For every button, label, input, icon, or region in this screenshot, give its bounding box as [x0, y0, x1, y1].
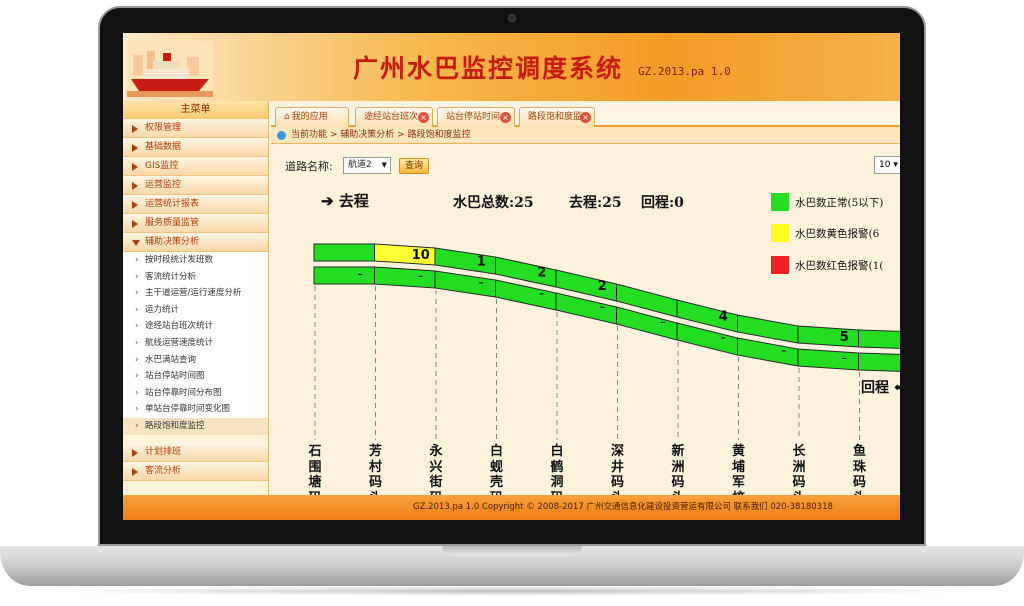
chevron-right-icon — [132, 125, 138, 133]
sidebar-item-schedule[interactable]: 计划排班 — [123, 442, 268, 462]
laptop-shadow — [40, 586, 984, 596]
sidebar-subitem[interactable]: 水巴满站查询 — [123, 352, 268, 369]
sidebar-subitem[interactable]: 航线运营速度统计 — [123, 335, 268, 352]
chevron-right-icon — [132, 182, 138, 190]
go-segment-label: 2 — [598, 279, 607, 294]
sidebar-subitem[interactable]: 站台停站时间图 — [123, 368, 268, 385]
app-title: 广州水巴监控调度系统 — [353, 54, 624, 83]
station-label: 深井码头 — [610, 444, 624, 495]
back-segment-label: – — [721, 333, 726, 344]
sidebar-subitem[interactable]: 主干道运营/运行速度分析 — [123, 285, 268, 302]
sidebar-item-permission[interactable]: 权限管理 — [123, 119, 268, 138]
back-segment-label: – — [842, 353, 847, 364]
back-segment — [313, 266, 375, 285]
sidebar-subitem[interactable]: 站台停靠时间分布图 — [123, 385, 268, 402]
go-segment-label: 10 — [412, 248, 430, 263]
sidebar-subitem[interactable]: 按时段统计发班数 — [123, 252, 268, 269]
go-segment — [434, 247, 496, 275]
back-segment-label: – — [358, 269, 363, 280]
sidebar-subitem[interactable]: 途经站台班次统计 — [123, 318, 268, 335]
station-label: 石围塘码头 — [308, 444, 322, 495]
close-icon[interactable]: × — [500, 112, 511, 123]
sidebar-header: 主菜单 — [123, 101, 268, 119]
chevron-right-icon — [132, 467, 138, 476]
breadcrumb: 当前功能 > 辅助决策分析 > 路段饱和度监控 — [271, 127, 900, 144]
close-icon[interactable]: × — [580, 112, 591, 123]
station-label: 芳村码头 — [368, 444, 382, 495]
back-segment — [858, 352, 900, 372]
app-header: 广州水巴监控调度系统 GZ.2013.pa 1.0 — [123, 33, 900, 101]
laptop-notch — [442, 546, 582, 556]
go-segment — [313, 243, 375, 262]
go-segment — [858, 329, 900, 349]
back-segment — [374, 266, 436, 289]
station-label: 新洲码头 — [671, 444, 685, 495]
station-label: 鱼珠码头 — [852, 444, 866, 495]
chevron-down-icon — [132, 240, 140, 246]
station-label: 黄埔军校码 — [731, 444, 745, 495]
tab-station-trips[interactable]: 途经站台班次 × — [355, 107, 433, 127]
back-segment-label: – — [660, 317, 665, 328]
back-segment-label: – — [781, 346, 786, 357]
sidebar-subitem[interactable]: 客流统计分析 — [123, 269, 268, 286]
arrow-left-icon: ⬅ — [893, 380, 900, 396]
chevron-right-icon — [132, 163, 138, 171]
go-segment — [737, 314, 799, 344]
globe-icon — [277, 131, 286, 140]
chevron-right-icon — [132, 220, 138, 228]
station-label: 永兴街码头 — [429, 444, 443, 495]
sidebar-item-service-quality[interactable]: 服务质量监管 — [123, 214, 268, 233]
sidebar-spacer — [123, 434, 268, 443]
sidebar-subitem[interactable]: 运力统计 — [123, 302, 268, 319]
sidebar-subitem[interactable]: 单站台停靠时间变化图 — [123, 401, 268, 418]
back-segment-label: – — [479, 278, 484, 289]
app-screen: 广州水巴监控调度系统 GZ.2013.pa 1.0 主菜单 权限管理 基础数据 … — [123, 33, 900, 520]
sidebar-item-passenger-analysis[interactable]: 客流分析 — [123, 461, 268, 481]
main-content: 道路名称: 航道2 ▼ 查询 10 ▾ ➔ 去程 水巴总数:25 去程:25 回程… — [271, 144, 900, 495]
chevron-right-icon — [132, 201, 138, 209]
go-segment-label: 5 — [840, 330, 849, 345]
sidebar-item-operation-report[interactable]: 运营统计报表 — [123, 195, 268, 214]
tab-stop-time[interactable]: 站台停站时间 × — [437, 107, 515, 127]
sidebar-item-operation-monitor[interactable]: 运营监控 — [123, 176, 268, 195]
go-segment-label: 1 — [477, 255, 486, 270]
back-segment-label: – — [600, 302, 605, 313]
back-segment — [434, 270, 496, 298]
home-icon: ⌂ — [284, 112, 290, 122]
sidebar-item-gis[interactable]: GIS监控 — [123, 157, 268, 176]
tab-my-apps[interactable]: ⌂ 我的应用 — [275, 107, 349, 127]
app-version: GZ.2013.pa 1.0 — [638, 65, 731, 78]
station-label: 白鹤洞码头 — [550, 444, 564, 495]
route-diagram: –10–1–2–2––4––5–1– — [313, 243, 900, 440]
sidebar-item-decision-analysis[interactable]: 辅助决策分析 — [123, 233, 268, 252]
chevron-right-icon — [132, 448, 138, 457]
station-label: 长洲码头 — [792, 444, 806, 495]
tab-bar: ⌂ 我的应用 途经站台班次 × 站台停站时间 × 路段饱和度监 × — [271, 105, 900, 127]
go-segment-label: 4 — [719, 310, 728, 325]
back-segment — [737, 337, 799, 367]
back-segment-label: – — [418, 271, 423, 282]
sidebar-subitem-active[interactable]: 路段饱和度监控 — [123, 417, 268, 435]
sidebar-item-base-data[interactable]: 基础数据 — [123, 138, 268, 157]
sidebar: 主菜单 权限管理 基础数据 GIS监控 运营监控 运营统计报表 服务质量监管 辅… — [123, 101, 269, 495]
footer: GZ.2013.pa 1.0 Copyright © 2008-2017 广州交… — [123, 495, 900, 520]
station-label: 白蚬壳码头 — [489, 444, 503, 495]
close-icon[interactable]: × — [418, 112, 429, 123]
sidebar-submenu: 按时段统计发班数 客流统计分析 主干道运营/运行速度分析 运力统计 途经站台班次… — [123, 252, 268, 435]
back-segment — [797, 348, 859, 371]
chevron-right-icon — [132, 144, 138, 152]
ship-logo-icon — [127, 41, 213, 97]
back-segment-label: – — [539, 289, 544, 300]
go-segment — [797, 325, 859, 348]
go-segment-label: 2 — [537, 266, 546, 281]
tab-saturation[interactable]: 路段饱和度监 × — [519, 107, 595, 127]
direction-back-label: 回程 ⬅ — [861, 377, 900, 397]
camera-icon — [508, 14, 516, 22]
